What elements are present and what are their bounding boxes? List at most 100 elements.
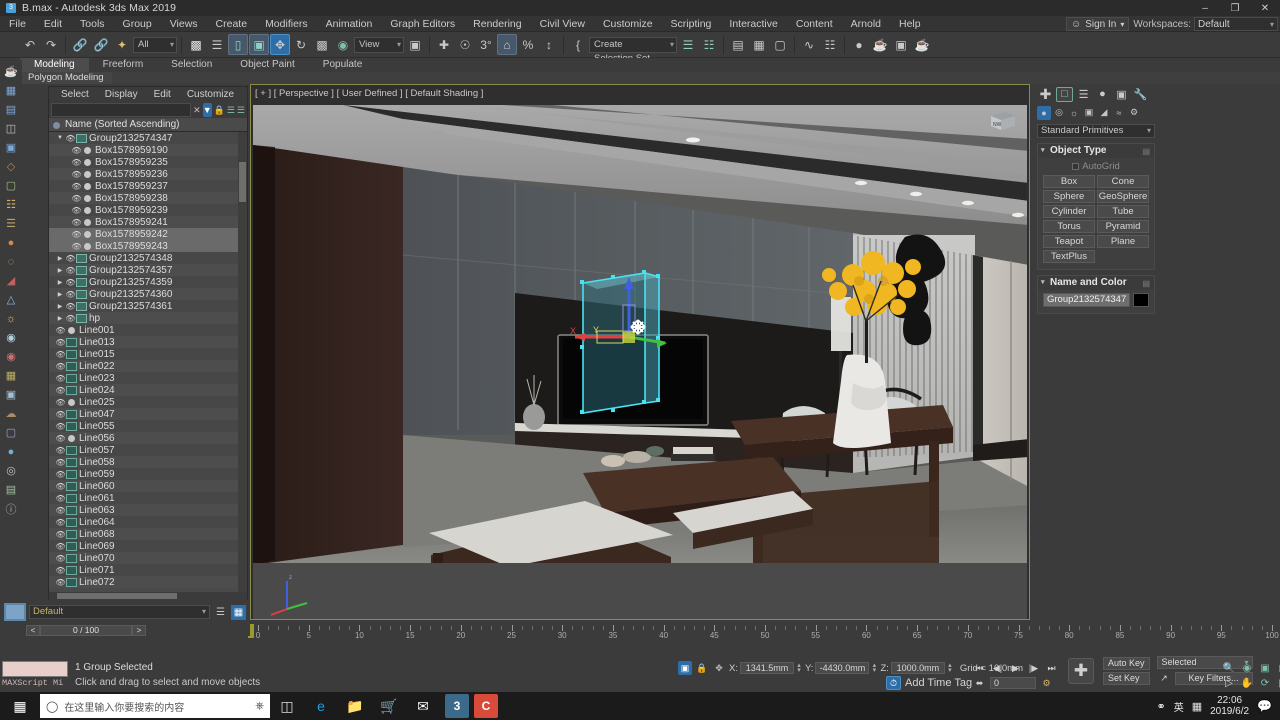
z-input[interactable]: 1000.0mm	[890, 662, 945, 674]
menu-item-arnold[interactable]: Arnold	[842, 16, 890, 32]
geometry-icon[interactable]: ●	[1037, 105, 1051, 120]
expand-arrow-icon[interactable]: ▶	[55, 315, 65, 322]
visibility-eye-icon[interactable]: 👁	[65, 278, 76, 287]
menu-item-group[interactable]: Group	[114, 16, 161, 32]
ribbon-tab-modeling[interactable]: Modeling	[20, 58, 89, 72]
add-time-tag-group[interactable]: ⏱ Add Time Tag	[886, 676, 972, 690]
object-type-cone[interactable]: Cone	[1097, 175, 1149, 188]
explorer-menu-select[interactable]: Select	[53, 89, 97, 100]
layer-explorer-icon[interactable]: ▦	[231, 604, 246, 620]
cdr-icon[interactable]: C	[474, 694, 498, 718]
column-header-name[interactable]: Name (Sorted Ascending)	[49, 118, 247, 132]
menu-item-views[interactable]: Views	[161, 16, 207, 32]
scene-explorer-row[interactable]: 👁 Box1578959235	[49, 156, 247, 168]
object-name-field[interactable]: Group2132574347	[1043, 293, 1131, 307]
scene-explorer-row[interactable]: 👁 Line068	[49, 528, 247, 540]
network-icon[interactable]: ⚭	[1156, 700, 1165, 713]
visibility-eye-icon[interactable]: 👁	[71, 158, 82, 167]
scene-explorer-row[interactable]: 👁 Line071	[49, 564, 247, 576]
array-icon[interactable]: ◫	[2, 120, 20, 137]
expand-arrow-icon[interactable]: ▶	[55, 255, 65, 262]
scene-explorer-row[interactable]: 👁 Line061	[49, 492, 247, 504]
scene-explorer-row[interactable]: ▶ 👁 Group2132574348	[49, 252, 247, 264]
clone-icon[interactable]: ▢	[2, 177, 20, 194]
edge-icon[interactable]: e	[304, 692, 338, 720]
explorer-menu-display[interactable]: Display	[97, 89, 146, 100]
visibility-eye-icon[interactable]: 👁	[55, 566, 66, 575]
bind-space-warp-icon[interactable]: ✦	[112, 34, 132, 55]
scene-explorer-row[interactable]: 👁 Line063	[49, 504, 247, 516]
explorer-menu-edit[interactable]: Edit	[146, 89, 179, 100]
visibility-eye-icon[interactable]: 👁	[71, 182, 82, 191]
scene-converter-icon[interactable]: ▤	[2, 101, 20, 118]
timeline-ruler[interactable]: 0 5 10 15 20 25 30 35 40 45 50 55 60 65 70 75 80 85 90 95 10…	[250, 624, 1280, 640]
lock-icon[interactable]: 🔒	[214, 103, 225, 117]
next-frame-button[interactable]: >	[132, 625, 146, 636]
set-key-big-button[interactable]: ✚	[1068, 658, 1094, 684]
store-icon[interactable]: 🛒	[372, 692, 406, 720]
render-production-icon[interactable]: ☕	[912, 34, 932, 55]
schematic-view-icon[interactable]: ☷	[820, 34, 840, 55]
motion-tab[interactable]: ●	[1094, 87, 1111, 102]
visibility-eye-icon[interactable]: 👁	[71, 230, 82, 239]
selection-filter-dropdown[interactable]: All	[133, 36, 177, 53]
set-key-button[interactable]: Set Key	[1103, 671, 1150, 685]
current-frame-input[interactable]: 0	[990, 677, 1036, 689]
visibility-eye-icon[interactable]: 👁	[55, 338, 66, 347]
autogrid-checkbox[interactable]: AutoGrid	[1043, 161, 1149, 172]
lights-icon[interactable]: ☼	[1067, 106, 1081, 120]
scene-explorer-row[interactable]: ▶ 👁 hp	[49, 312, 247, 324]
scene-explorer-row[interactable]: 👁 Line025	[49, 396, 247, 408]
scene-explorer-row[interactable]: 👁 Box1578959243	[49, 240, 247, 252]
z-coord-field[interactable]: Z: 1000.0mm ▴ ▾	[880, 662, 952, 674]
window-crossing-icon[interactable]: ▣	[249, 34, 269, 55]
scene-explorer-row[interactable]: 👁 Line013	[49, 336, 247, 348]
visibility-eye-icon[interactable]: 👁	[55, 554, 66, 563]
visibility-eye-icon[interactable]: 👁	[55, 350, 66, 359]
unlink-icon[interactable]: 🔗	[91, 34, 111, 55]
zoom-extents-icon[interactable]: ▣	[1258, 662, 1272, 676]
time-config-icon[interactable]: ⚙	[1039, 676, 1054, 690]
scene-explorer-row[interactable]: 👁 Line055	[49, 420, 247, 432]
hierarchy-tab[interactable]: ☰	[1075, 87, 1092, 102]
key-filter-toggle-icon[interactable]: ↗	[1157, 671, 1172, 685]
visibility-eye-icon[interactable]: 👁	[71, 194, 82, 203]
collapse-arrow-icon[interactable]: ▼	[55, 135, 65, 141]
key-mode-toggle-icon[interactable]: ⬌	[972, 676, 987, 690]
close-button[interactable]: ✕	[1250, 0, 1280, 16]
teapot-icon[interactable]: ☕	[2, 63, 20, 80]
absolute-mode-icon[interactable]: ▣	[678, 661, 692, 675]
workspace-dropdown[interactable]: Default	[1194, 17, 1278, 31]
object-type-teapot[interactable]: Teapot	[1043, 235, 1095, 248]
visibility-eye-icon[interactable]: 👁	[71, 170, 82, 179]
object-color-swatch[interactable]	[1133, 293, 1149, 307]
frame-display[interactable]: 0 / 100	[40, 625, 132, 636]
visibility-eye-icon[interactable]: 👁	[65, 314, 76, 323]
play-icon[interactable]: ▶	[1008, 661, 1023, 675]
visibility-eye-icon[interactable]: 👁	[55, 494, 66, 503]
select-and-manipulate-icon[interactable]: ✚	[434, 34, 454, 55]
expand-arrow-icon[interactable]: ▶	[55, 303, 65, 310]
menu-item-content[interactable]: Content	[787, 16, 842, 32]
next-frame-icon[interactable]: |▶	[1026, 661, 1041, 675]
prev-frame-icon[interactable]: ◀|	[990, 661, 1005, 675]
scene-explorer-row[interactable]: 👁 Line057	[49, 444, 247, 456]
expand-arrow-icon[interactable]: ▶	[55, 279, 65, 286]
sign-in-button[interactable]: ☺ Sign In ▾	[1066, 17, 1130, 31]
lathe-icon[interactable]: ◢	[2, 272, 20, 289]
systems-icon[interactable]: ⚙	[1127, 106, 1141, 120]
visibility-eye-icon[interactable]: 👁	[55, 482, 66, 491]
scene-explorer-row[interactable]: 👁 Line056	[49, 432, 247, 444]
visibility-eye-icon[interactable]: 👁	[55, 506, 66, 515]
ribbon-tab-object-paint[interactable]: Object Paint	[226, 58, 308, 72]
scene-explorer-row[interactable]: ▶ 👁 Group2132574357	[49, 264, 247, 276]
3dsmax-icon[interactable]: 3	[445, 694, 469, 718]
menu-item-create[interactable]: Create	[207, 16, 257, 32]
explorer-vertical-scrollbar[interactable]	[238, 132, 247, 592]
expand-arrow-icon[interactable]: ▶	[55, 267, 65, 274]
scene-explorer-row[interactable]: 👁 Box1578959242	[49, 228, 247, 240]
ime-indicator[interactable]: 英	[1174, 699, 1184, 714]
named-selection-sets-icon[interactable]: {	[568, 34, 588, 55]
align-icon[interactable]: ☷	[699, 34, 719, 55]
select-by-name-icon[interactable]: ☰	[207, 34, 227, 55]
